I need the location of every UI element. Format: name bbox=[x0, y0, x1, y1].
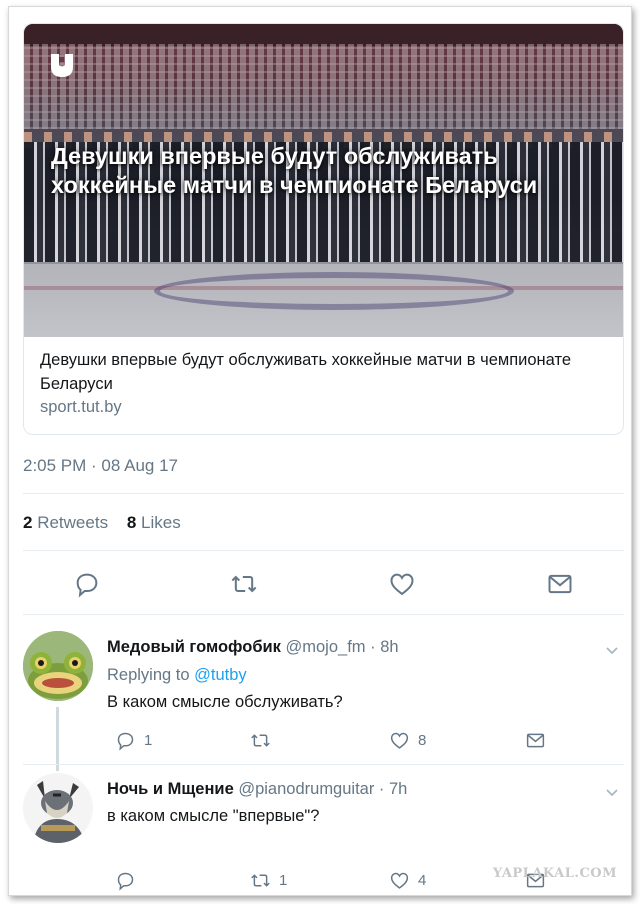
thread-line bbox=[56, 707, 59, 771]
mention-link[interactable]: @tutby bbox=[194, 666, 247, 684]
reply-button[interactable] bbox=[115, 868, 144, 892]
author-handle: @mojo_fm · 8h bbox=[285, 638, 399, 656]
reply-action-bar: 1 8 bbox=[107, 728, 547, 752]
heart-icon bbox=[390, 872, 409, 889]
divider bbox=[23, 614, 624, 615]
card-image: Девушки впервые будут обслуживать хоккей… bbox=[24, 24, 623, 337]
chevron-down-icon[interactable] bbox=[605, 643, 619, 657]
card-title: Девушки впервые будут обслуживать хоккей… bbox=[40, 351, 572, 393]
reply-author[interactable]: Ночь и Мщение @pianodrumguitar · 7h bbox=[107, 780, 407, 799]
tweet-stats: 2 Retweets 8 Likes bbox=[23, 513, 181, 533]
divider bbox=[23, 550, 624, 551]
reply-icon[interactable] bbox=[73, 570, 101, 598]
avatar[interactable] bbox=[23, 631, 93, 701]
replying-to: Replying to @tutby bbox=[107, 666, 247, 685]
reply-action-bar: 1 4 bbox=[107, 868, 547, 892]
watermark: YAPLAKAL.COM bbox=[492, 866, 617, 881]
link-preview-card[interactable]: Девушки впервые будут обслуживать хоккей… bbox=[23, 23, 624, 435]
reply-icon bbox=[117, 872, 134, 891]
card-domain: sport.tut.by bbox=[40, 398, 122, 416]
heart-icon[interactable] bbox=[388, 570, 416, 598]
likes-stat[interactable]: 8 Likes bbox=[127, 513, 181, 532]
mail-icon bbox=[526, 733, 545, 747]
replying-to-label: Replying to bbox=[107, 666, 190, 684]
reply-button[interactable]: 1 bbox=[115, 728, 152, 752]
retweet-button[interactable]: 1 bbox=[250, 868, 287, 892]
retweets-count: 2 bbox=[23, 513, 33, 532]
like-count: 8 bbox=[418, 731, 427, 749]
reply-author[interactable]: Медовый гомофобик @mojo_fm · 8h bbox=[107, 638, 399, 657]
message-button[interactable] bbox=[525, 728, 546, 752]
mail-icon[interactable] bbox=[546, 570, 574, 598]
likes-count: 8 bbox=[126, 513, 137, 532]
retweet-count: 1 bbox=[279, 871, 288, 889]
author-name: Медовый гомофобик bbox=[107, 638, 281, 656]
avatar[interactable] bbox=[23, 773, 93, 843]
retweet-button[interactable] bbox=[250, 728, 279, 752]
tweet-timestamp[interactable]: 2:05 PM · 08 Aug 17 bbox=[23, 456, 178, 476]
retweet-icon bbox=[251, 733, 270, 747]
retweet-icon[interactable] bbox=[230, 570, 258, 598]
reply-icon bbox=[117, 732, 134, 751]
retweets-label: Retweets bbox=[37, 513, 109, 532]
divider bbox=[23, 764, 624, 765]
author-name: Ночь и Мщение bbox=[107, 780, 234, 798]
warrior-avatar-image bbox=[23, 773, 93, 843]
card-headline: Девушки впервые будут обслуживать хоккей… bbox=[51, 143, 538, 198]
retweet-icon bbox=[251, 873, 270, 887]
frog-avatar-image bbox=[23, 631, 93, 701]
heart-icon bbox=[390, 732, 409, 749]
chevron-down-icon[interactable] bbox=[605, 785, 619, 799]
like-count: 4 bbox=[418, 871, 427, 889]
reply-text: В каком смысле обслуживать? bbox=[107, 693, 343, 711]
likes-label: Likes bbox=[141, 513, 181, 532]
tweet-detail-panel: Девушки впервые будут обслуживать хоккей… bbox=[8, 6, 632, 896]
like-button[interactable]: 8 bbox=[389, 728, 426, 752]
like-button[interactable]: 4 bbox=[389, 868, 426, 892]
author-handle: @pianodrumguitar · 7h bbox=[238, 780, 408, 798]
reply-text: в каком смысле "впервые"? bbox=[107, 807, 320, 825]
divider bbox=[23, 493, 624, 494]
tweet-action-bar bbox=[9, 570, 631, 600]
retweets-stat[interactable]: 2 Retweets bbox=[23, 513, 108, 532]
reply-count: 1 bbox=[144, 731, 153, 749]
tutby-logo-icon bbox=[51, 54, 73, 77]
